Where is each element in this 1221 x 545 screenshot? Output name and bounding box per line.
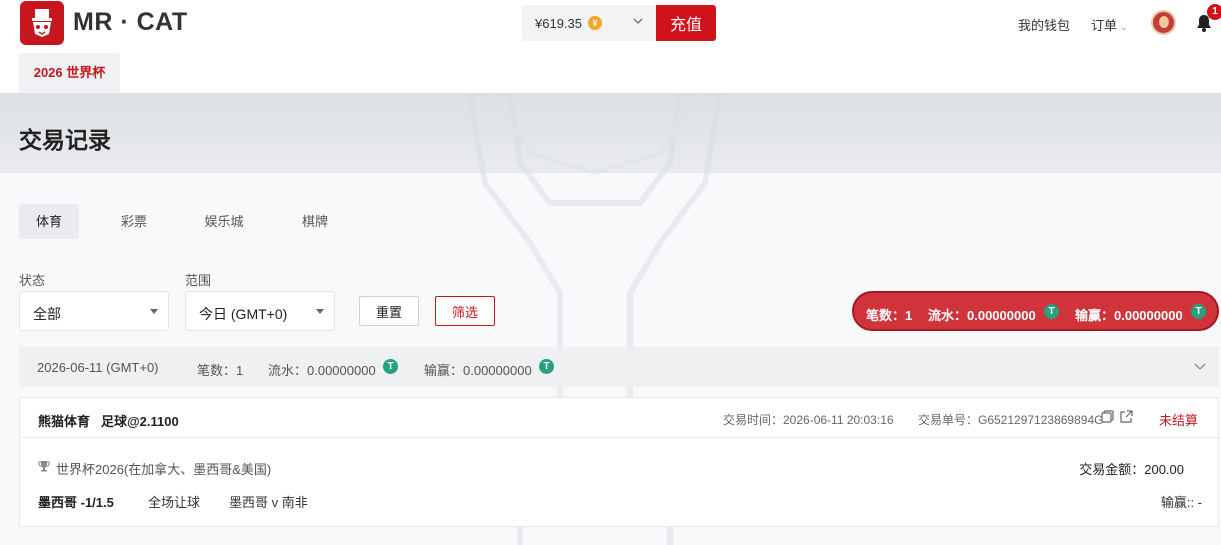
cat-logo-icon[interactable]: [20, 1, 64, 45]
orders-label: 订单: [1091, 18, 1118, 33]
range-label: 范围: [185, 273, 212, 288]
settlement-status: 未结算: [1159, 413, 1199, 428]
provider-name: 熊猫体育: [38, 414, 91, 429]
copy-icon[interactable]: [1101, 410, 1114, 428]
order-number: 交易单号：G6521297123869894G: [918, 413, 1104, 427]
coin-icon: ¥: [588, 16, 602, 30]
caret-down-icon: [316, 309, 324, 314]
day-winloss: 输赢：0.00000000: [424, 363, 532, 378]
status-value: 全部: [33, 306, 61, 322]
filter-button[interactable]: 筛选: [435, 296, 495, 326]
range-select[interactable]: 今日 (GMT+0): [185, 291, 335, 331]
summary-count: 笔数：1: [866, 308, 913, 323]
summary-turnover: 流水：0.00000000: [928, 308, 1036, 323]
orders-menu[interactable]: 订单 ⌄: [1091, 15, 1128, 34]
reset-button[interactable]: 重置: [359, 296, 419, 326]
match-name: 墨西哥 v 南非: [229, 495, 308, 510]
sport-odds: 足球@2.1100: [101, 414, 179, 429]
chevron-down-icon: ⌄: [1120, 22, 1128, 32]
tether-icon: T: [383, 359, 398, 374]
transaction-card: 熊猫体育 足球@2.1100 交易时间：2026-06-11 20:03:16 …: [19, 397, 1219, 527]
chevron-down-icon[interactable]: [1193, 359, 1207, 376]
status-label: 状态: [19, 273, 46, 288]
brand-name[interactable]: MR · CAT: [73, 8, 188, 37]
summary-winloss: 输赢：0.00000000: [1075, 308, 1183, 323]
recharge-button[interactable]: 充值: [656, 5, 716, 41]
caret-down-icon: [150, 309, 158, 314]
trophy-icon: [38, 459, 50, 477]
tab-worldcup[interactable]: 2026 世界杯: [19, 53, 120, 93]
tab-chess[interactable]: 棋牌: [285, 204, 345, 239]
day-group-row[interactable]: 2026-06-11 (GMT+0) 笔数：1 流水：0.00000000 T …: [19, 347, 1219, 387]
notification-badge: 1: [1207, 4, 1221, 20]
page-title: 交易记录: [19, 127, 111, 153]
tab-lottery[interactable]: 彩票: [104, 204, 164, 239]
tether-icon: T: [1191, 304, 1206, 319]
balance-amount: ¥619.35: [535, 16, 582, 31]
transaction-amount: 交易金额：200.00: [1079, 462, 1184, 477]
transaction-time: 交易时间：2026-06-11 20:03:16: [723, 413, 894, 427]
summary-pill: 笔数：1 流水：0.00000000 T 输赢：0.00000000 T: [852, 291, 1219, 331]
tab-casino[interactable]: 娱乐城: [194, 204, 254, 239]
tether-icon: T: [1044, 304, 1059, 319]
wallet-link[interactable]: 我的钱包: [1018, 15, 1070, 34]
league-name: 世界杯2026(在加拿大、墨西哥&美国): [56, 462, 272, 477]
external-link-icon[interactable]: [1120, 410, 1133, 428]
selection: 墨西哥 -1/1.5: [38, 495, 114, 510]
status-select[interactable]: 全部: [19, 291, 169, 331]
market-type: 全场让球: [148, 495, 201, 510]
range-value: 今日 (GMT+0): [199, 306, 288, 322]
top-header: MR · CAT ¥619.35 ¥ 充值 我的钱包 订单 ⌄ 1 2026 世界…: [0, 0, 1221, 93]
balance-selector[interactable]: ¥619.35 ¥: [522, 5, 656, 41]
avatar[interactable]: [1151, 10, 1176, 35]
day-date: 2026-06-11 (GMT+0): [37, 360, 159, 375]
transaction-winloss: 输赢:: -: [1160, 495, 1202, 510]
chevron-down-icon: [632, 15, 644, 30]
day-turnover: 流水：0.00000000: [268, 363, 376, 378]
tab-sports[interactable]: 体育: [19, 204, 79, 239]
day-count: 笔数：1: [197, 363, 244, 378]
tether-icon: T: [539, 359, 554, 374]
